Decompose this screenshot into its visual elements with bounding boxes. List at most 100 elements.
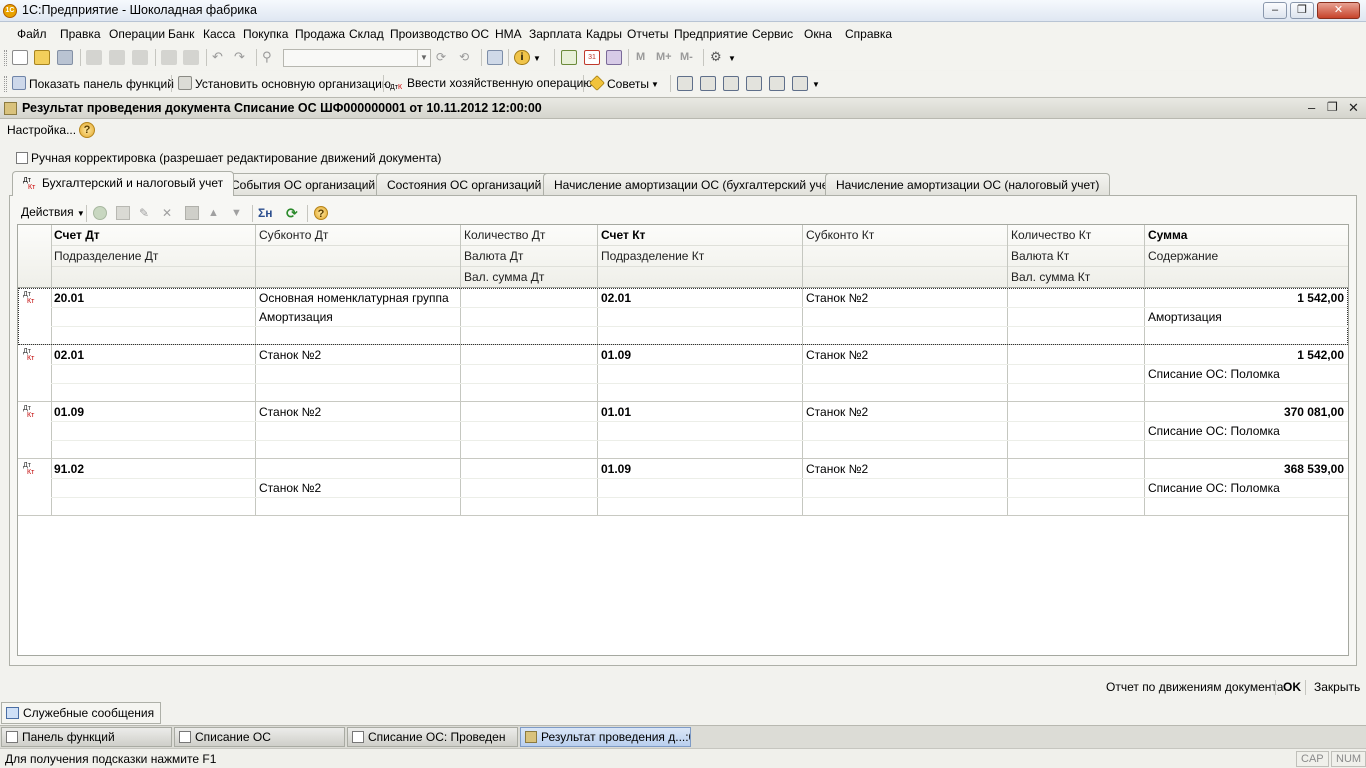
toolbar-grip[interactable] (4, 76, 7, 92)
counterparties-icon[interactable] (723, 76, 739, 91)
move-down-icon[interactable]: ▼ (231, 206, 245, 220)
chevron-down-icon[interactable]: ▼ (651, 76, 661, 91)
delete-icon[interactable]: ✕ (162, 206, 176, 220)
cell-content[interactable]: Списание ОС: Поломка (1148, 424, 1280, 438)
cell-account-dt[interactable]: 01.09 (54, 405, 84, 419)
cell-subconto-dt[interactable]: Станок №2 (259, 405, 321, 419)
refresh-icon[interactable]: ⟳ (286, 206, 300, 220)
cell-sum[interactable]: 1 542,00 (1148, 348, 1344, 362)
chevron-down-icon[interactable]: ▼ (533, 50, 543, 65)
table-row[interactable]: Дт Кт 02.01 Станок №2 01.09 Станок №2 1 5… (18, 345, 1348, 402)
menu-production[interactable]: Производство (390, 27, 468, 41)
menu-salary[interactable]: Зарплата (529, 27, 582, 41)
move-up-icon[interactable]: ▲ (208, 206, 222, 220)
postings-table[interactable]: Счет Дт Субконто Дт Количество Дт Счет К… (17, 224, 1349, 656)
cell-content[interactable]: Списание ОС: Поломка (1148, 367, 1280, 381)
task-posting-result[interactable]: Результат проведения д...:00 (520, 727, 691, 747)
tools-icon[interactable]: ⚙ (710, 50, 726, 65)
close-form-button[interactable]: Закрыть (1314, 680, 1360, 694)
employees-icon[interactable] (746, 76, 762, 91)
task-writeoff[interactable]: Списание ОС (174, 727, 345, 747)
tab-depreciation-tax[interactable]: Начисление амортизации ОС (налоговый уче… (825, 173, 1111, 195)
close-button[interactable]: ✕ (1317, 2, 1360, 19)
cell-account-dt[interactable]: 02.01 (54, 348, 84, 362)
menu-help[interactable]: Справка (845, 27, 892, 41)
menu-purchase[interactable]: Покупка (243, 27, 288, 41)
cell-content[interactable]: Амортизация (1148, 310, 1222, 324)
cell-account-kt[interactable]: 02.01 (601, 291, 631, 305)
print-icon[interactable] (161, 50, 177, 65)
menu-enterprise[interactable]: Предприятие (674, 27, 748, 41)
paste-icon[interactable] (132, 50, 148, 65)
header-sum[interactable]: Сумма (1148, 228, 1187, 242)
info-icon[interactable]: i (514, 50, 530, 65)
cell-account-dt[interactable]: 91.02 (54, 462, 84, 476)
cut-icon[interactable] (86, 50, 102, 65)
task-functions-panel[interactable]: Панель функций (1, 727, 172, 747)
minimize-button[interactable]: – (1263, 2, 1287, 19)
cell-sum[interactable]: 1 542,00 (1148, 291, 1344, 305)
menu-cash[interactable]: Касса (203, 27, 235, 41)
cell-subconto-kt[interactable]: Станок №2 (806, 462, 868, 476)
edit-icon[interactable]: ✎ (139, 206, 153, 220)
new-document-icon[interactable] (12, 50, 28, 65)
memory-minus-icon[interactable]: M- (680, 50, 700, 65)
header-qty-dt[interactable]: Количество Дт (464, 228, 545, 242)
doc-minimize-button[interactable]: – (1308, 100, 1315, 115)
menu-warehouse[interactable]: Склад (349, 27, 384, 41)
chart-of-accounts-icon[interactable] (677, 76, 693, 91)
table-row[interactable]: Дт Кт 20.01 Основная номенклатурная групп… (18, 288, 1348, 345)
actions-menu-button[interactable]: Действия ▼ (21, 205, 85, 219)
tab-fa-events[interactable]: События ОС организаций (220, 173, 387, 195)
header-qty-kt[interactable]: Количество Кт (1011, 228, 1091, 242)
save-row-icon[interactable] (185, 206, 199, 220)
header-content[interactable]: Содержание (1148, 249, 1218, 263)
help-icon[interactable]: ? (314, 206, 328, 220)
movements-report-button[interactable]: Отчет по движениям документа (1106, 680, 1283, 694)
table-row[interactable]: Дт Кт 01.09 Станок №2 01.01 Станок №2 370… (18, 402, 1348, 459)
windows-icon[interactable] (487, 50, 503, 65)
tab-depreciation-accounting[interactable]: Начисление амортизации ОС (бухгалтерский… (543, 173, 849, 195)
journal-icon[interactable] (700, 76, 716, 91)
cell-subconto-dt-2[interactable]: Станок №2 (259, 481, 321, 495)
find-prev-icon[interactable]: ⟲ (459, 50, 475, 65)
cell-account-dt[interactable]: 20.01 (54, 291, 84, 305)
menu-service[interactable]: Сервис (752, 27, 793, 41)
show-functions-panel-button[interactable]: Показать панель функций (12, 76, 174, 91)
find-next-icon[interactable]: ⟳ (436, 50, 452, 65)
set-main-organization-button[interactable]: Установить основную организацию (178, 76, 391, 91)
menu-file[interactable]: Файл (17, 27, 47, 41)
service-messages-button[interactable]: Служебные сообщения (1, 702, 162, 724)
header-subconto-dt[interactable]: Субконто Дт (259, 228, 328, 242)
cell-content[interactable]: Списание ОС: Поломка (1148, 481, 1280, 495)
manual-correction-label[interactable]: Ручная корректировка (разрешает редактир… (31, 151, 441, 165)
add-icon[interactable] (93, 206, 107, 220)
copy-icon[interactable] (109, 50, 125, 65)
undo-icon[interactable]: ↶ (212, 50, 228, 65)
toolbar-grip[interactable] (4, 50, 7, 66)
menu-reports[interactable]: Отчеты (627, 27, 668, 41)
cell-account-kt[interactable]: 01.01 (601, 405, 631, 419)
header-subconto-kt[interactable]: Субконто Кт (806, 228, 874, 242)
reports-icon[interactable] (792, 76, 808, 91)
chevron-down-icon[interactable]: ▼ (728, 50, 738, 65)
print-preview-icon[interactable] (183, 50, 199, 65)
calendar-icon[interactable]: 31 (584, 50, 600, 65)
menu-fixed-assets[interactable]: ОС (471, 27, 489, 41)
memory-plus-icon[interactable]: M+ (656, 50, 676, 65)
ok-button[interactable]: OK (1283, 680, 1301, 694)
header-dept-dt[interactable]: Подразделение Дт (54, 249, 158, 263)
task-writeoff-posted[interactable]: Списание ОС: Проведен (347, 727, 518, 747)
restore-button[interactable]: ❐ (1290, 2, 1314, 19)
header-cur-sum-kt[interactable]: Вал. сумма Кт (1011, 270, 1090, 284)
cell-sum[interactable]: 368 539,00 (1148, 462, 1344, 476)
header-dept-kt[interactable]: Подразделение Кт (601, 249, 704, 263)
documents-icon[interactable] (769, 76, 785, 91)
help-icon[interactable]: ? (79, 122, 95, 138)
sum-icon[interactable]: Σн (258, 206, 278, 220)
doc-close-button[interactable]: ✕ (1348, 100, 1359, 116)
menu-operations[interactable]: Операции (109, 27, 165, 41)
doc-restore-button[interactable]: ❐ (1327, 100, 1338, 114)
search-icon[interactable]: ⚲ (262, 50, 278, 65)
users-icon[interactable] (606, 50, 622, 65)
